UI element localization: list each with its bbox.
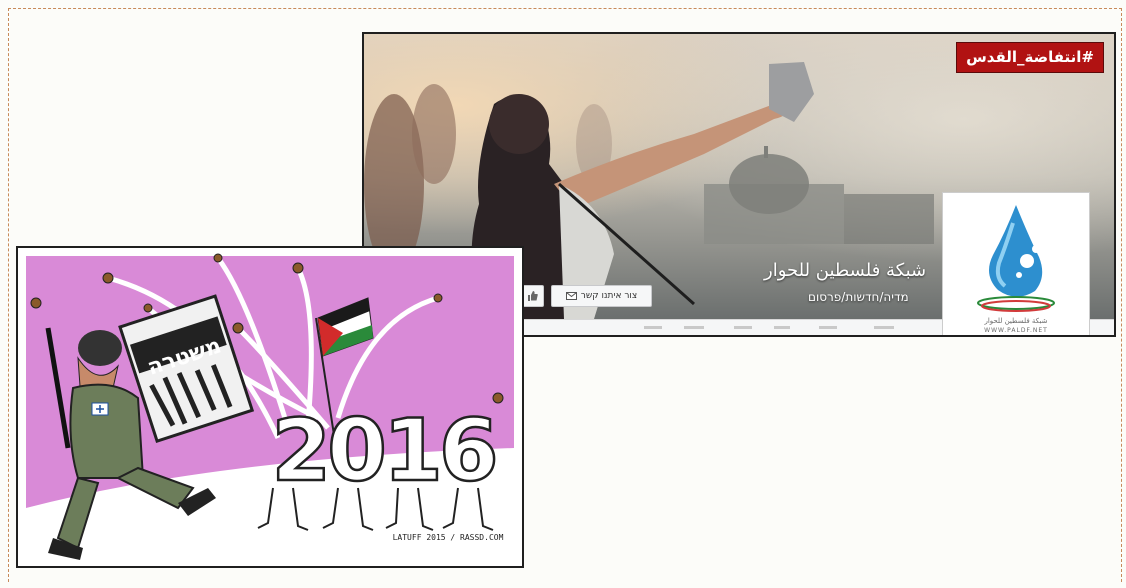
like-button[interactable] — [522, 285, 544, 307]
contact-button-label: צור איתנו קשר — [580, 291, 638, 301]
page-profile-logo: شبكة فلسطين للحوار WWW.PALDF.NET — [942, 192, 1090, 335]
water-drop-logo-icon — [977, 205, 1055, 312]
thumbs-up-icon — [528, 291, 538, 301]
contact-us-button[interactable]: צור איתנו קשר — [551, 285, 652, 307]
year-2016: 2016 — [271, 401, 495, 501]
logo-url: WWW.PALDF.NET — [984, 327, 1048, 334]
cartoon-illustration: משטרה 2016 LATUFF 2015 / RASSD.COM — [26, 253, 514, 560]
political-cartoon: משטרה 2016 LATUFF 2015 / RASSD.COM — [16, 246, 524, 568]
logo-caption: شبكة فلسطين للحوار — [984, 317, 1048, 325]
hashtag-banner: #انتفاضة_القدس — [956, 42, 1104, 73]
artist-signature: LATUFF 2015 / RASSD.COM — [393, 533, 504, 542]
envelope-icon — [565, 292, 577, 300]
page-title: شبكة فلسطين للحوار — [764, 260, 927, 281]
page-category: מדיה/חדשות/פרסום — [808, 290, 909, 304]
